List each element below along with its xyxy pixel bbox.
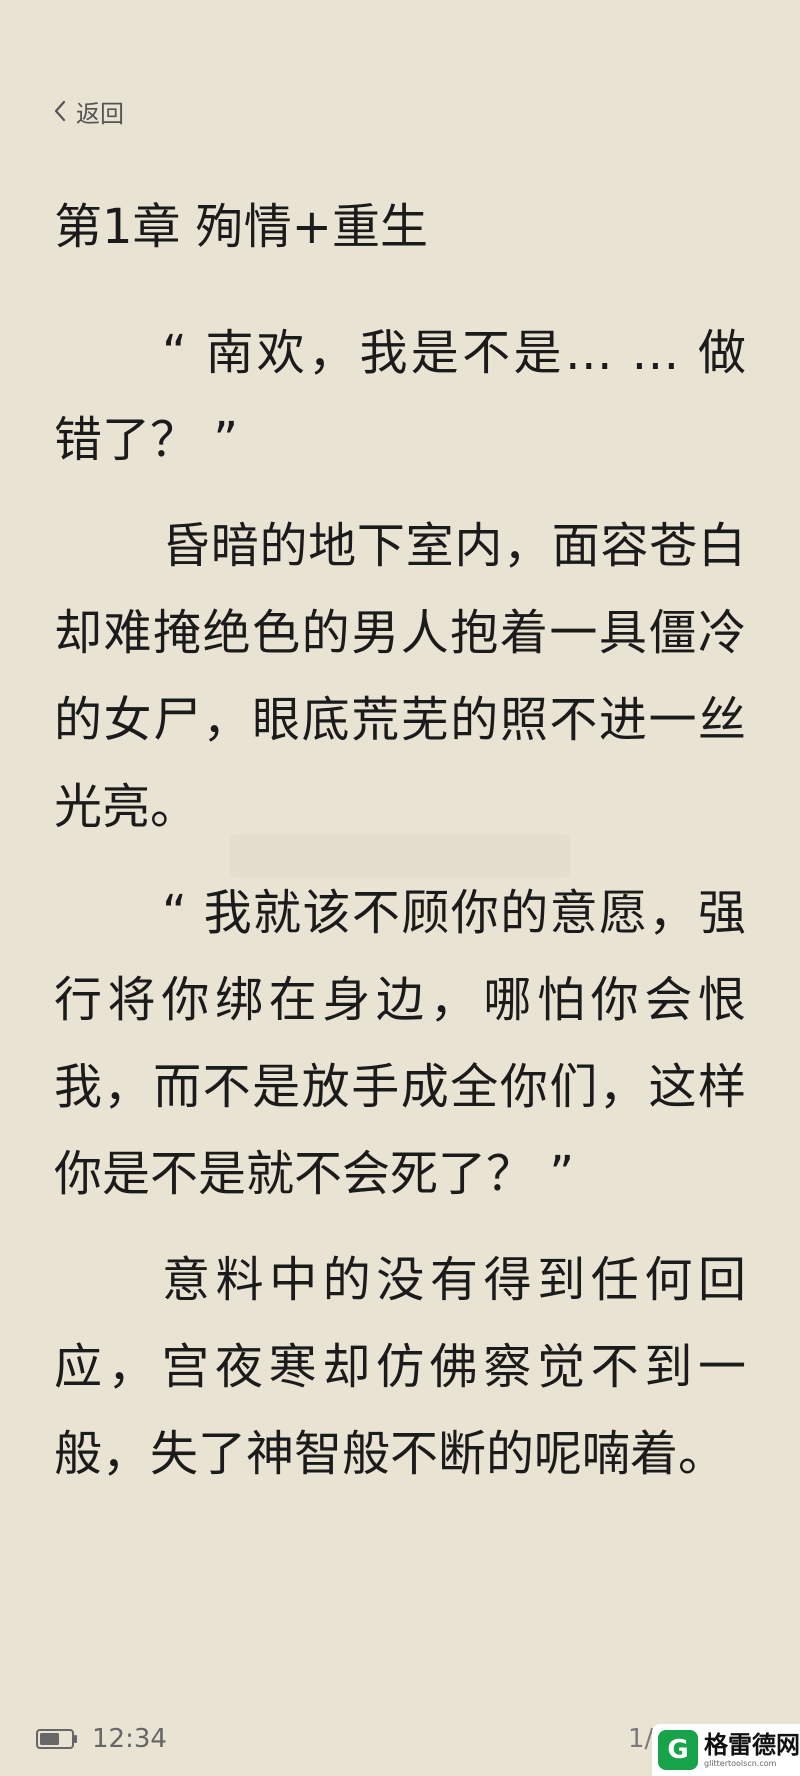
paragraph: “ 南欢，我是不是… … 做错了？ ” <box>54 325 746 468</box>
paragraph: “ 我就该不顾你的意愿，强行将你绑在身边，哪怕你会恨我，而不是放手成全你们，这样… <box>54 885 746 1202</box>
back-label: 返回 <box>76 99 124 128</box>
logo-badge-icon: G <box>658 1730 698 1770</box>
chevron-left-icon <box>52 99 68 123</box>
logo-name: 格雷德网 <box>704 1730 800 1759</box>
chapter-title: 第1章 殉情+重生 <box>54 199 429 255</box>
faint-watermark <box>230 835 570 877</box>
status-time: 12:34 <box>92 1724 167 1754</box>
logo-text: 格雷德网 glittertoolscn.com <box>704 1733 800 1768</box>
battery-icon <box>36 1728 78 1750</box>
reader-status-bar: 12:34 <box>36 1720 167 1758</box>
paragraph: 意料中的没有得到任何回应，宫夜寒却仿佛察觉不到一般，失了神智般不断的呢喃着。 <box>54 1252 746 1482</box>
reading-content[interactable]: “ 南欢，我是不是… … 做错了？ ” 昏暗的地下室内，面容苍白却难掩绝色的男人… <box>54 310 746 1517</box>
paragraph: 昏暗的地下室内，面容苍白却难掩绝色的男人抱着一具僵冷的女尸，眼底荒芜的照不进一丝… <box>54 518 746 835</box>
site-logo: G 格雷德网 glittertoolscn.com <box>652 1724 800 1776</box>
back-button[interactable]: 返回 <box>52 94 124 128</box>
logo-site: glittertoolscn.com <box>704 1758 777 1768</box>
